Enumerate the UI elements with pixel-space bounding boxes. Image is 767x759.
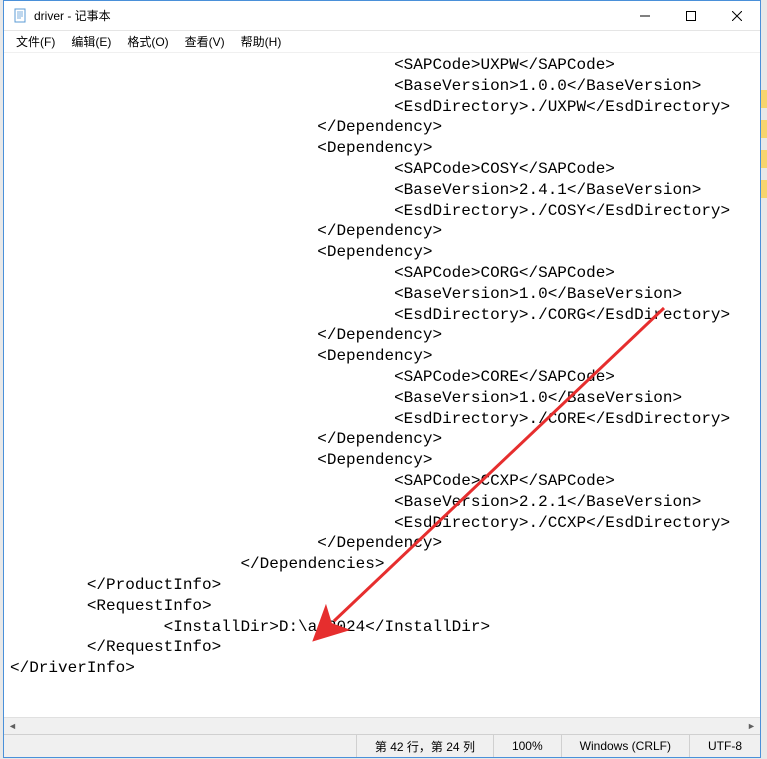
- status-encoding: UTF-8: [689, 735, 760, 757]
- horizontal-scrollbar[interactable]: ◄ ►: [4, 717, 760, 734]
- menu-help[interactable]: 帮助(H): [233, 31, 290, 52]
- maximize-button[interactable]: [668, 1, 714, 31]
- menu-format[interactable]: 格式(O): [119, 31, 176, 52]
- window-title: driver - 记事本: [34, 7, 622, 24]
- text-content[interactable]: <SAPCode>UXPW</SAPCode> <BaseVersion>1.0…: [4, 53, 760, 681]
- status-zoom: 100%: [493, 735, 561, 757]
- scroll-left-icon[interactable]: ◄: [4, 718, 21, 735]
- menu-edit[interactable]: 编辑(E): [63, 31, 119, 52]
- statusbar: 第 42 行，第 24 列 100% Windows (CRLF) UTF-8: [4, 734, 760, 757]
- menu-view[interactable]: 查看(V): [177, 31, 233, 52]
- close-button[interactable]: [714, 1, 760, 31]
- status-position: 第 42 行，第 24 列: [356, 735, 493, 757]
- notepad-window: driver - 记事本 文件(F) 编辑(E) 格式(O) 查看(V) 帮助(…: [3, 0, 761, 758]
- menu-file[interactable]: 文件(F): [8, 31, 63, 52]
- content-area[interactable]: <SAPCode>UXPW</SAPCode> <BaseVersion>1.0…: [4, 53, 760, 717]
- minimize-button[interactable]: [622, 1, 668, 31]
- titlebar[interactable]: driver - 记事本: [4, 1, 760, 31]
- notepad-icon: [12, 8, 28, 24]
- scroll-right-icon[interactable]: ►: [743, 718, 760, 735]
- window-controls: [622, 1, 760, 30]
- status-line-ending: Windows (CRLF): [561, 735, 689, 757]
- menubar: 文件(F) 编辑(E) 格式(O) 查看(V) 帮助(H): [4, 31, 760, 53]
